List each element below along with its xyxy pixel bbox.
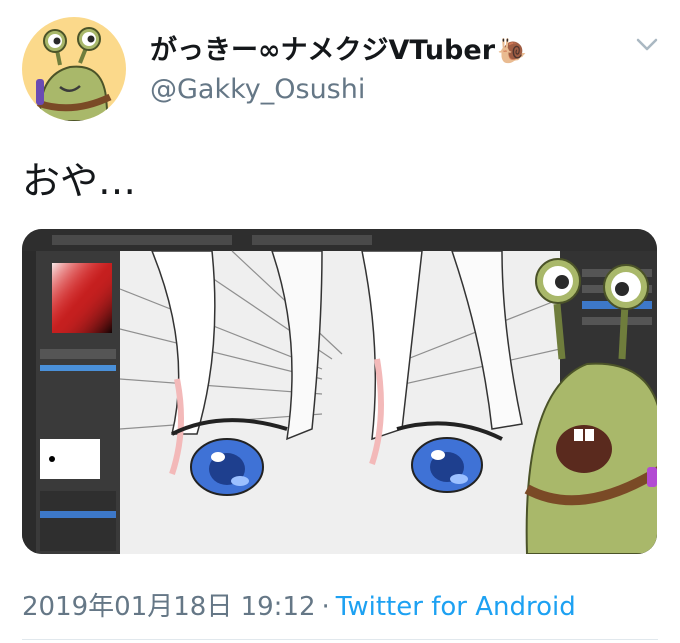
snail-character-avatar-icon <box>36 27 112 121</box>
author-handle[interactable]: @Gakky_Osushi <box>150 74 365 105</box>
display-name-text: がっきー∞ナメクジVTuber <box>150 35 496 66</box>
tweet-meta: 2019年01月18日 19:12 · Twitter for Android <box>22 586 576 623</box>
avatar[interactable] <box>22 17 126 121</box>
chevron-down-icon[interactable] <box>636 38 658 52</box>
drawing-app-screenshot-image <box>22 229 657 554</box>
tweet-timestamp[interactable]: 2019年01月18日 19:12 <box>22 592 316 622</box>
author-display-name[interactable]: がっきー∞ナメクジVTuber🐌 <box>150 28 527 67</box>
snail-emoji-icon: 🐌 <box>497 37 527 65</box>
tweet-text: おや… <box>22 159 137 203</box>
meta-separator: · <box>321 592 330 622</box>
divider <box>22 639 658 640</box>
tweet-media-image[interactable] <box>22 229 657 554</box>
tweet-source-link[interactable]: Twitter for Android <box>336 592 576 622</box>
